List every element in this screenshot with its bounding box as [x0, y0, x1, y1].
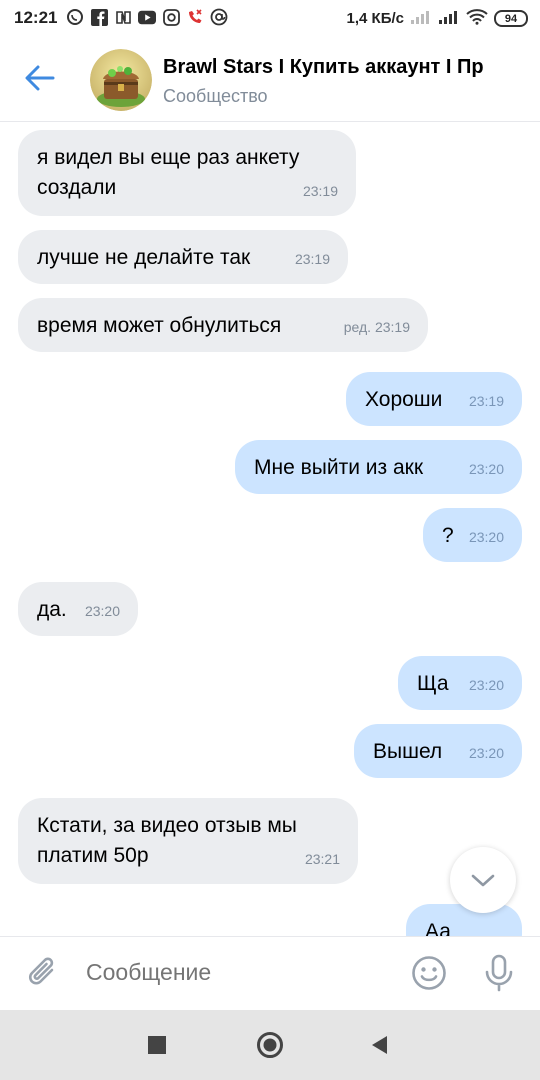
home-button[interactable]: [253, 1028, 287, 1062]
message-time: 23:20: [84, 603, 120, 619]
message-time: 23:20: [468, 677, 504, 693]
navigation-bar: [0, 1010, 540, 1080]
message-bubble[interactable]: лучше не делайте так 23:19: [18, 230, 348, 284]
message-bubble[interactable]: время может обнулиться ред. 23:19: [18, 298, 428, 352]
message-bubble[interactable]: Ща 23:20: [398, 656, 522, 710]
message-bubble[interactable]: Хороши 23:19: [346, 372, 522, 426]
attach-button[interactable]: [24, 953, 62, 991]
avatar[interactable]: [90, 49, 152, 111]
signal-icon-2: [438, 9, 460, 29]
network-speed: 1,4 КБ/с: [346, 10, 404, 27]
nav-home-icon: [257, 1032, 283, 1058]
message-time: 23:19: [294, 251, 330, 267]
nav-recents-icon: [148, 1036, 166, 1054]
notification-icons: [66, 8, 228, 26]
back-button[interactable]: [20, 58, 60, 98]
message-input[interactable]: [86, 959, 386, 986]
status-time: 12:21: [14, 8, 58, 27]
nav-back-icon: [372, 1036, 387, 1054]
message-text: лучше не делайте так: [37, 246, 251, 269]
message-bubble[interactable]: я видел вы еще раз анкету создали 23:19: [18, 130, 356, 216]
nav-back-button[interactable]: [362, 1028, 396, 1062]
message-time: 23:21: [304, 851, 340, 867]
chat-header: Brawl Stars I Купить аккаунт I Пр Сообще…: [0, 36, 540, 122]
facebook-icon: [90, 8, 108, 26]
message-text: Кстати, за видео отзыв мы платим 50р: [37, 814, 297, 867]
message-bubble[interactable]: Кстати, за видео отзыв мы платим 50р 23:…: [18, 798, 358, 884]
message-bubble[interactable]: ? 23:20: [423, 508, 522, 562]
emoji-button[interactable]: [410, 954, 448, 992]
status-right: 1,4 КБ/с 94: [347, 8, 528, 29]
emoji-icon: [412, 956, 446, 990]
message-bubble[interactable]: Аа: [406, 904, 522, 936]
message-time: 23:20: [468, 529, 504, 545]
news-icon: [114, 8, 132, 26]
message-feed[interactable]: я видел вы еще раз анкету создали 23:19 …: [0, 122, 540, 936]
message-composer: [0, 936, 540, 1010]
message-text: Мне выйти из акк: [254, 456, 424, 479]
signal-icon: [410, 9, 432, 29]
instagram-icon: [162, 8, 180, 26]
wifi-icon: [466, 8, 488, 29]
message-time: 23:19: [302, 183, 338, 199]
message-time: ред. 23:19: [343, 319, 410, 335]
message-time: 23:19: [468, 393, 504, 409]
message-time: 23:20: [468, 745, 504, 761]
back-arrow-icon: [25, 65, 55, 91]
message-bubble[interactable]: Вышел 23:20: [354, 724, 522, 778]
message-text: я видел вы еще раз анкету создали: [37, 146, 300, 199]
message-time: 23:20: [468, 461, 504, 477]
message-text: Аа: [425, 920, 451, 936]
message-bubble[interactable]: Мне выйти из акк 23:20: [235, 440, 522, 494]
scroll-down-button[interactable]: [450, 847, 516, 913]
chevron-down-icon: [471, 874, 495, 887]
chat-subtitle: Сообщество: [163, 86, 268, 106]
at-sign-icon: [210, 8, 228, 26]
attach-icon: [29, 957, 54, 985]
mic-icon: [485, 954, 513, 992]
voice-button[interactable]: [480, 953, 518, 993]
missed-call-icon: [186, 8, 204, 26]
chat-title[interactable]: Brawl Stars I Купить аккаунт I Пр: [163, 56, 540, 79]
youtube-icon: [138, 8, 156, 26]
status-bar: 12:21 1,4 КБ/с 94: [0, 0, 540, 36]
battery-icon: 94: [494, 10, 528, 27]
recents-button[interactable]: [140, 1028, 174, 1062]
whatsapp-icon: [66, 8, 84, 26]
message-bubble[interactable]: да. 23:20: [18, 582, 138, 636]
